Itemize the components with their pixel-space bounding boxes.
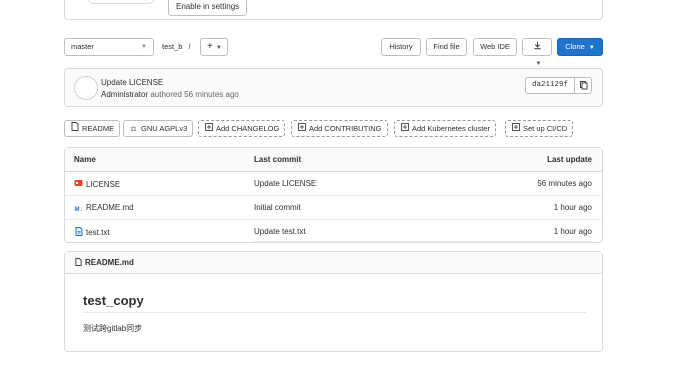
plus-icon	[400, 122, 409, 137]
chevron-down-icon: ▼	[588, 45, 595, 51]
clone-dropdown[interactable]: Clone ▼	[557, 38, 603, 56]
avatar[interactable]	[74, 76, 98, 100]
add-contributing-label: Add CONTRIBUTING	[309, 124, 382, 133]
table-header: Name Last commit Last update	[65, 148, 602, 172]
file-tree-table: Name Last commit Last update LICENSE Upd…	[64, 147, 603, 243]
add-changelog-link[interactable]: Add CHANGELOG	[198, 120, 286, 137]
commit-meta: Administrator authored 56 minutes ago	[101, 90, 239, 99]
text-file-icon	[74, 227, 83, 236]
branch-selector[interactable]: master ▼	[64, 38, 154, 56]
commit-title[interactable]: Update LICENSE	[101, 78, 163, 87]
chevron-down-icon: ▼	[141, 44, 147, 50]
readme-header: README.md	[65, 252, 602, 274]
plus-icon	[204, 122, 213, 137]
download-icon	[533, 41, 542, 51]
breadcrumb-project[interactable]: test_b	[162, 42, 182, 51]
license-icon	[74, 179, 83, 188]
history-button[interactable]: History	[381, 38, 421, 56]
add-kubernetes-link[interactable]: Add Kubernetes cluster	[394, 120, 496, 137]
setup-cicd-label: Set up CI/CD	[523, 124, 568, 133]
file-last-commit[interactable]: Update LICENSE	[254, 179, 316, 188]
download-dropdown[interactable]: ▼	[522, 38, 552, 67]
add-changelog-label: Add CHANGELOG	[216, 124, 280, 133]
divider	[83, 312, 586, 313]
add-contributing-link[interactable]: Add CONTRIBUTING	[291, 120, 388, 137]
find-file-button[interactable]: Find file	[426, 38, 467, 56]
plus-icon: +	[207, 41, 213, 52]
enable-in-settings-button[interactable]: Enable in settings	[168, 0, 248, 16]
copy-icon	[575, 81, 591, 95]
plus-icon	[297, 122, 306, 137]
copy-sha-button[interactable]	[574, 77, 592, 94]
banner-decoration	[88, 0, 154, 4]
web-ide-button[interactable]: Web IDE	[473, 38, 517, 56]
file-name[interactable]: LICENSE	[86, 180, 120, 189]
license-link[interactable]: ⚖ GNU AGPLv3	[123, 120, 194, 137]
plus-icon	[511, 122, 520, 137]
chevron-down-icon: ▼	[215, 45, 222, 51]
last-commit-panel: Update LICENSE Administrator authored 56…	[64, 68, 603, 107]
readme-link[interactable]: README	[64, 120, 121, 137]
scale-icon: ⚖	[130, 126, 137, 133]
file-last-update: 1 hour ago	[553, 203, 592, 212]
setup-cicd-link[interactable]: Set up CI/CD	[505, 120, 574, 137]
column-header-last-update: Last update	[547, 155, 592, 164]
table-row[interactable]: M↓ README.md Initial commit 1 hour ago	[65, 196, 602, 220]
file-last-commit[interactable]: Update test.txt	[254, 227, 306, 236]
divider	[252, 241, 592, 242]
markdown-icon: M↓	[74, 207, 83, 213]
file-name[interactable]: test.txt	[86, 228, 110, 237]
file-last-update: 1 hour ago	[553, 227, 592, 236]
readme-filename-label[interactable]: README.md	[85, 258, 134, 267]
file-name[interactable]: README.md	[86, 203, 134, 212]
column-header-last-commit: Last commit	[254, 155, 302, 164]
add-kubernetes-label: Add Kubernetes cluster	[412, 124, 490, 133]
commit-author[interactable]: Administrator	[101, 90, 148, 99]
commit-time: authored 56 minutes ago	[150, 90, 239, 99]
readme-body: 测试跨gitlab同步	[83, 324, 143, 333]
commit-sha[interactable]: da21129f	[525, 77, 575, 94]
file-last-update: 56 minutes ago	[537, 179, 592, 188]
breadcrumb: test_b /	[162, 38, 191, 56]
readme-heading: test_copy	[83, 293, 144, 308]
readme-filename: README.md	[75, 258, 134, 268]
table-row[interactable]: LICENSE Update LICENSE 56 minutes ago	[65, 172, 602, 196]
readme-link-label: README	[82, 124, 115, 133]
column-header-name: Name	[74, 155, 96, 164]
clone-label: Clone	[565, 42, 585, 51]
breadcrumb-separator: /	[188, 42, 191, 51]
branch-name: master	[71, 42, 94, 51]
chevron-down-icon: ▼	[535, 61, 542, 67]
document-icon	[75, 258, 82, 268]
file-last-commit[interactable]: Initial commit	[254, 203, 301, 212]
document-icon	[70, 122, 79, 137]
add-to-tree-dropdown[interactable]: + ▼	[200, 38, 228, 56]
readme-panel: README.md test_copy 测试跨gitlab同步	[64, 251, 603, 352]
license-link-label: GNU AGPLv3	[141, 124, 188, 133]
